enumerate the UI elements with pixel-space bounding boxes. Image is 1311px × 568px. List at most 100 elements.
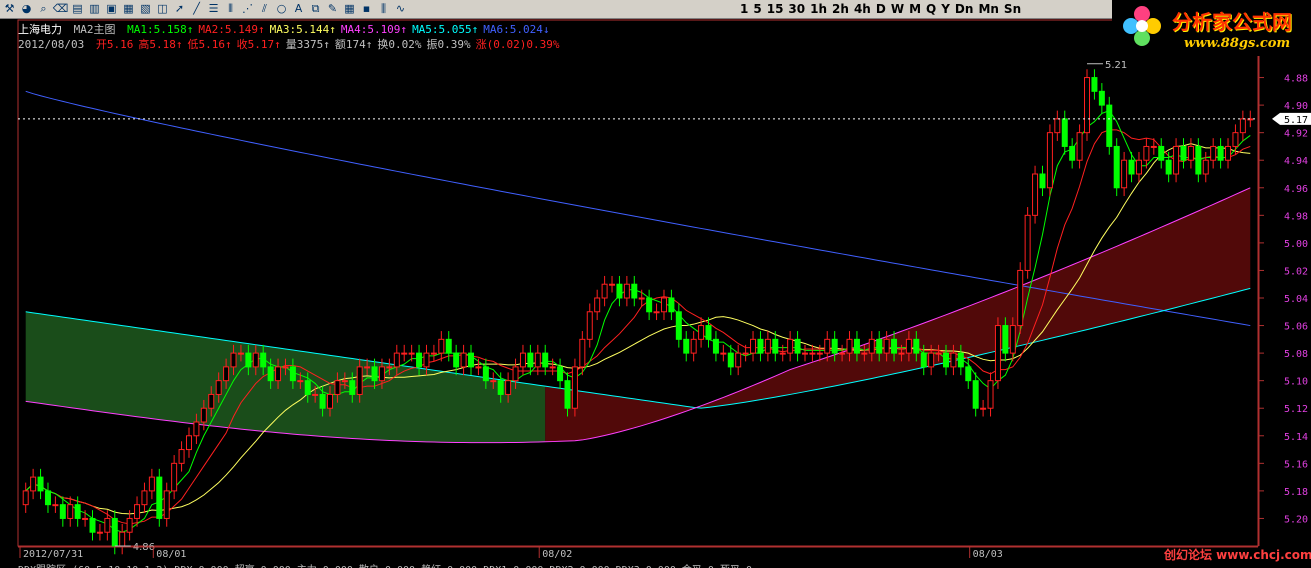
price-chart[interactable]: 5.20 5.18 5.16 5.14 5.12 5.10 5.08 5.06 5.04 5.02… xyxy=(0,18,1311,568)
layout-icon[interactable]: ▤ xyxy=(70,1,85,16)
chart-icon[interactable]: ◫ xyxy=(155,1,170,16)
indicator-name[interactable]: MA2主图 xyxy=(74,23,116,36)
period-selector: 1 5 15 30 1h 2h 4h D W M Q Y Dn Mn Sn xyxy=(740,0,1021,18)
candle-body xyxy=(831,338,838,354)
candle-body xyxy=(364,366,371,369)
candle-body xyxy=(861,352,868,355)
candle-body xyxy=(794,338,801,354)
period-2h[interactable]: 2h xyxy=(832,0,849,18)
candle-body xyxy=(1091,77,1098,92)
candle-body xyxy=(460,352,467,368)
candle-body xyxy=(304,380,311,395)
price-tick-label: 5.16 xyxy=(1284,459,1308,470)
ad-url[interactable]: www.88gs.com xyxy=(1184,36,1290,51)
candle-body xyxy=(750,338,757,354)
window-icon-3[interactable]: ▧ xyxy=(138,1,153,16)
candle-body xyxy=(675,311,682,340)
price-tick-label: 5.02 xyxy=(1284,266,1308,277)
price-tick-label: 5.10 xyxy=(1284,377,1308,388)
candle-body xyxy=(237,352,244,355)
candle-body xyxy=(787,338,794,354)
candle-body xyxy=(586,311,593,340)
trend-icon[interactable]: ∿ xyxy=(393,1,408,16)
candle-body xyxy=(215,380,222,395)
quote-field: 低5.16↑ xyxy=(187,38,232,51)
candle-body xyxy=(898,352,905,355)
text-tool-icon[interactable]: A xyxy=(291,1,306,16)
period-q[interactable]: Q xyxy=(926,0,936,18)
candle-body xyxy=(742,352,749,355)
period-4h[interactable]: 4h xyxy=(854,0,871,18)
candle-body xyxy=(1098,90,1105,106)
pencil-icon[interactable]: ✎ xyxy=(325,1,340,16)
zoom-icon[interactable]: ⌕ xyxy=(36,1,51,16)
period-y[interactable]: Y xyxy=(941,0,950,18)
wrench-icon[interactable]: ⚒ xyxy=(2,1,17,16)
candle-body xyxy=(89,517,96,533)
save-icon[interactable]: ▪ xyxy=(359,1,374,16)
candle-body xyxy=(282,366,289,369)
window-icon[interactable]: ▣ xyxy=(104,1,119,16)
period-mn[interactable]: Mn xyxy=(978,0,998,18)
bars-icon[interactable]: ⦀ xyxy=(223,1,238,16)
parallel-icon[interactable]: ⫽ xyxy=(257,1,272,16)
candle-body xyxy=(401,352,408,355)
candle-body xyxy=(1039,173,1046,189)
candle-body xyxy=(193,421,200,437)
candle-body xyxy=(505,380,512,395)
candle-body xyxy=(853,338,860,354)
candle-body xyxy=(660,297,667,313)
period-sn[interactable]: Sn xyxy=(1004,0,1021,18)
candle-body xyxy=(594,297,601,313)
price-tick-label: 4.88 xyxy=(1284,74,1308,85)
quote-field: 高5.18↑ xyxy=(138,38,183,51)
menu-icon[interactable]: ☰ xyxy=(206,1,221,16)
period-dn[interactable]: Dn xyxy=(955,0,974,18)
candle-body xyxy=(764,338,771,354)
candle-icon[interactable]: ⫼ xyxy=(376,1,391,16)
candle-body xyxy=(312,393,319,396)
candle-body xyxy=(846,338,853,354)
candle-body xyxy=(1032,173,1039,216)
copy-icon[interactable]: ⧉ xyxy=(308,1,323,16)
period-m[interactable]: M xyxy=(909,0,921,18)
grid-icon[interactable]: ▦ xyxy=(342,1,357,16)
candle-body xyxy=(1002,325,1009,354)
candle-body xyxy=(252,352,259,368)
period-1[interactable]: 1 xyxy=(740,0,748,18)
candle-body xyxy=(148,476,155,492)
candle-body xyxy=(631,283,638,299)
time-label: 08/03 xyxy=(973,549,1003,560)
period-5[interactable]: 5 xyxy=(753,0,761,18)
layout-icon-2[interactable]: ▥ xyxy=(87,1,102,16)
palette-icon[interactable]: ◕ xyxy=(19,1,34,16)
quote-line: 2012/08/03 开5.16 高5.18↑ 低5.16↑ 收5.17↑ 量3375↑… xyxy=(18,36,564,52)
candle-body xyxy=(44,490,51,506)
candle-body xyxy=(475,366,482,369)
period-30[interactable]: 30 xyxy=(788,0,805,18)
candle-body xyxy=(171,462,178,492)
period-1h[interactable]: 1h xyxy=(810,0,827,18)
price-tick-label: 5.08 xyxy=(1284,349,1308,360)
candle-body xyxy=(1084,77,1091,134)
window-icon-2[interactable]: ▦ xyxy=(121,1,136,16)
eraser-icon[interactable]: ⌫ xyxy=(53,1,69,16)
candle-body xyxy=(1135,159,1142,175)
candle-body xyxy=(928,352,935,368)
ad-banner[interactable]: 分析家公式网 www.88gs.com xyxy=(1112,0,1311,56)
fan-icon[interactable]: ⋰ xyxy=(240,1,255,16)
candle-body xyxy=(913,338,920,354)
candle-body xyxy=(126,517,133,533)
candle-body xyxy=(601,283,608,299)
line-tool-icon[interactable]: ╱ xyxy=(189,1,204,16)
cursor-icon[interactable]: ➚ xyxy=(172,1,187,16)
candle-body xyxy=(816,352,823,355)
circle-icon[interactable]: ○ xyxy=(274,1,289,16)
period-w[interactable]: W xyxy=(891,0,904,18)
candle-body xyxy=(334,380,341,395)
period-d[interactable]: D xyxy=(876,0,886,18)
candle-body xyxy=(156,476,163,519)
ma4-value: MA4:5.109↑ xyxy=(340,23,408,36)
period-15[interactable]: 15 xyxy=(767,0,784,18)
ma2-value: MA2:5.149↑ xyxy=(198,23,265,36)
